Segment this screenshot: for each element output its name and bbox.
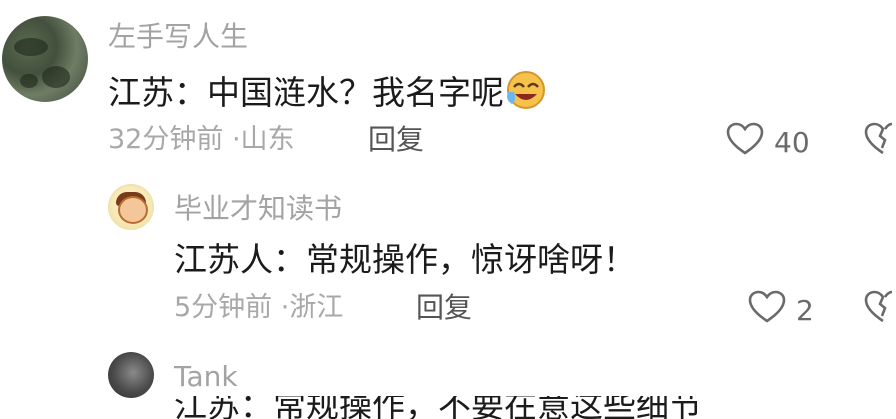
avatar-detail [118, 196, 148, 224]
avatar[interactable] [108, 184, 154, 230]
comment-time: 5分钟前 [174, 292, 273, 323]
like-count: 40 [774, 126, 810, 159]
comment-username[interactable]: Tank [174, 360, 238, 394]
laughing-crying-emoji-icon [504, 70, 548, 119]
comment-meta: 32分钟前 ·山东 [108, 124, 295, 156]
like-count: 2 [796, 294, 814, 327]
avatar-detail [42, 66, 70, 88]
reply-button[interactable]: 回复 [368, 124, 424, 156]
comment-text-content: 江苏：中国涟水？我名字呢 [108, 73, 504, 112]
comment-text: 江苏：常规操作，不要在意这些细节 [174, 396, 702, 419]
dislike-button[interactable] [864, 290, 896, 328]
comment-time: 32分钟前 [108, 124, 224, 155]
comment-location: 浙江 [289, 292, 344, 323]
comment-username[interactable]: 左手写人生 [108, 20, 248, 54]
comment-text-clip: 江苏：常规操作，不要在意这些细节 [174, 396, 702, 419]
comment-text: 江苏人：常规操作，惊讶啥呀！ [174, 240, 636, 279]
avatar-detail [20, 74, 38, 88]
comment-text: 江苏：中国涟水？我名字呢 [108, 70, 548, 119]
like-button[interactable]: 2 [748, 290, 814, 331]
avatar[interactable] [108, 352, 154, 398]
dislike-button[interactable] [864, 122, 896, 160]
comment-location: 山东 [240, 124, 295, 155]
meta-separator: · [231, 124, 241, 155]
like-button[interactable]: 40 [726, 122, 810, 163]
heart-icon [726, 122, 764, 163]
broken-heart-icon [864, 290, 896, 328]
comment-username[interactable]: 毕业才知读书 [174, 192, 342, 226]
avatar[interactable] [2, 16, 88, 102]
avatar-detail [14, 38, 48, 56]
comment-meta: 5分钟前 ·浙江 [174, 292, 343, 324]
broken-heart-icon [864, 122, 896, 160]
heart-icon [748, 290, 786, 331]
reply-button[interactable]: 回复 [416, 292, 472, 324]
